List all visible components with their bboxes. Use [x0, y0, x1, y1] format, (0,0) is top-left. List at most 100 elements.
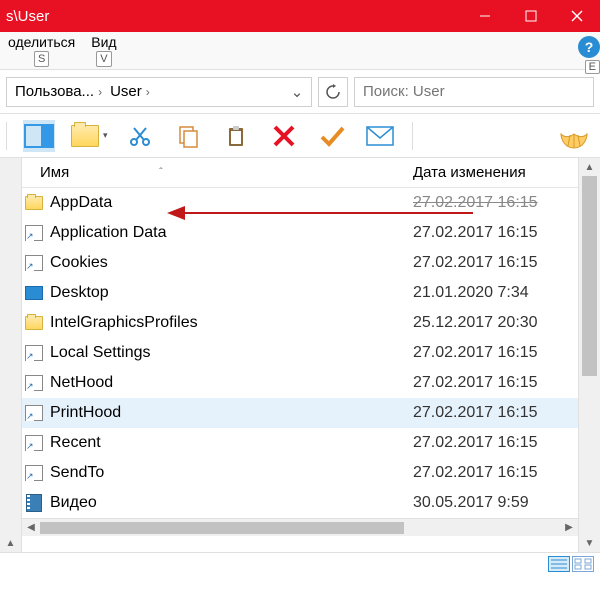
row-date: 30.05.2017 9:59 [413, 494, 578, 512]
video-icon [26, 494, 42, 512]
row-name: Desktop [46, 284, 413, 302]
window-controls [462, 0, 600, 32]
row-name: NetHood [46, 374, 413, 392]
shortcut-icon [25, 225, 43, 241]
new-folder-button[interactable]: ▾ [71, 125, 108, 147]
scissors-icon [128, 124, 152, 148]
table-row[interactable]: SendTo27.02.2017 16:15 [22, 458, 578, 488]
scroll-right-icon[interactable]: ▶ [560, 522, 578, 533]
envelope-icon [366, 126, 394, 146]
mail-button[interactable] [364, 120, 396, 152]
shell-button[interactable] [558, 120, 590, 152]
chevron-down-icon: ▾ [103, 130, 108, 141]
separator [412, 122, 413, 150]
column-name[interactable]: Имя ˆ [22, 164, 413, 181]
row-name: IntelGraphicsProfiles [46, 314, 413, 332]
help-key: Е [585, 60, 600, 74]
maximize-button[interactable] [508, 0, 554, 32]
table-row[interactable]: Desktop21.01.2020 7:34 [22, 278, 578, 308]
shortcut-icon [25, 405, 43, 421]
layout-icon [24, 124, 54, 148]
copy-button[interactable] [172, 120, 204, 152]
row-date: 27.02.2017 16:15 [413, 344, 578, 362]
nav-pane-scroll[interactable]: ▲ [0, 158, 22, 552]
breadcrumb-seg-2[interactable]: User › [106, 81, 154, 102]
table-row[interactable]: AppData27.02.2017 16:15 [22, 188, 578, 218]
paste-button[interactable] [220, 120, 252, 152]
folder-icon [71, 125, 99, 147]
table-row[interactable]: Local Settings27.02.2017 16:15 [22, 338, 578, 368]
status-bar [0, 552, 600, 574]
table-row[interactable]: Application Data27.02.2017 16:15 [22, 218, 578, 248]
file-list: Имя ˆ Дата изменения AppData27.02.2017 1… [22, 158, 578, 552]
column-date[interactable]: Дата изменения [413, 164, 578, 181]
table-row[interactable]: PrintHood27.02.2017 16:15 [22, 398, 578, 428]
check-button[interactable] [316, 120, 348, 152]
content-area: ▲ Имя ˆ Дата изменения AppData27.02.2017… [0, 158, 600, 552]
layout-button[interactable] [23, 120, 55, 152]
menu-share[interactable]: оделиться S [2, 32, 85, 69]
scroll-down-icon[interactable]: ▼ [579, 534, 600, 552]
scroll-up-icon[interactable]: ▲ [0, 534, 21, 552]
breadcrumb-seg-1[interactable]: Пользова... › [11, 81, 106, 102]
refresh-icon [325, 84, 341, 100]
toolbar: ▾ [0, 114, 600, 158]
shortcut-icon [25, 465, 43, 481]
address-path[interactable]: Пользова... › User › ⌄ [6, 77, 312, 107]
menu-bar: оделиться S Вид V ? Е [0, 32, 600, 70]
shortcut-icon [25, 345, 43, 361]
folder-icon [25, 316, 43, 330]
row-name: Local Settings [46, 344, 413, 362]
row-date: 27.02.2017 16:15 [413, 404, 578, 422]
x-icon [271, 123, 297, 149]
minimize-button[interactable] [462, 0, 508, 32]
row-name: SendTo [46, 464, 413, 482]
cut-button[interactable] [124, 120, 156, 152]
separator [6, 122, 7, 150]
h-scroll-thumb[interactable] [40, 522, 404, 534]
window-titlebar: s\User [0, 0, 600, 32]
address-bar: Пользова... › User › ⌄ [0, 70, 600, 114]
copy-icon [176, 124, 200, 148]
chevron-right-icon: › [98, 85, 102, 99]
table-row[interactable]: Cookies27.02.2017 16:15 [22, 248, 578, 278]
row-name: Cookies [46, 254, 413, 272]
search-input[interactable] [361, 82, 587, 101]
row-date: 27.02.2017 16:15 [413, 374, 578, 392]
menu-view-key: V [96, 51, 111, 67]
delete-button[interactable] [268, 120, 300, 152]
sort-asc-icon: ˆ [159, 167, 162, 178]
columns-header: Имя ˆ Дата изменения [22, 158, 578, 188]
refresh-button[interactable] [318, 77, 348, 107]
row-date: 27.02.2017 16:15 [413, 464, 578, 482]
view-icons-button[interactable] [572, 556, 594, 572]
search-box[interactable] [354, 77, 594, 107]
clipboard-icon [224, 124, 248, 148]
close-button[interactable] [554, 0, 600, 32]
scroll-left-icon[interactable]: ◀ [22, 522, 40, 533]
check-icon [319, 123, 345, 149]
table-row[interactable]: Видео30.05.2017 9:59 [22, 488, 578, 518]
table-row[interactable]: NetHood27.02.2017 16:15 [22, 368, 578, 398]
help-button[interactable]: ? [578, 36, 600, 58]
desktop-icon [25, 286, 43, 300]
menu-view[interactable]: Вид V [85, 32, 126, 69]
shortcut-icon [25, 375, 43, 391]
scroll-up-icon[interactable]: ▲ [579, 158, 600, 176]
v-scrollbar[interactable]: ▲ ▼ [578, 158, 600, 552]
row-date: 27.02.2017 16:15 [413, 434, 578, 452]
shortcut-icon [25, 255, 43, 271]
view-details-button[interactable] [548, 556, 570, 572]
v-scroll-thumb[interactable] [582, 176, 597, 376]
folder-icon [25, 196, 43, 210]
row-name: PrintHood [46, 404, 413, 422]
menu-share-label: оделиться [8, 34, 75, 50]
table-row[interactable]: Recent27.02.2017 16:15 [22, 428, 578, 458]
address-dropdown[interactable]: ⌄ [287, 83, 307, 101]
shell-icon [558, 120, 590, 152]
row-date: 21.01.2020 7:34 [413, 284, 578, 302]
help-icon: ? [585, 39, 594, 55]
row-date: 27.02.2017 16:15 [413, 224, 578, 242]
h-scrollbar[interactable]: ◀ ▶ [22, 518, 578, 536]
table-row[interactable]: IntelGraphicsProfiles25.12.2017 20:30 [22, 308, 578, 338]
